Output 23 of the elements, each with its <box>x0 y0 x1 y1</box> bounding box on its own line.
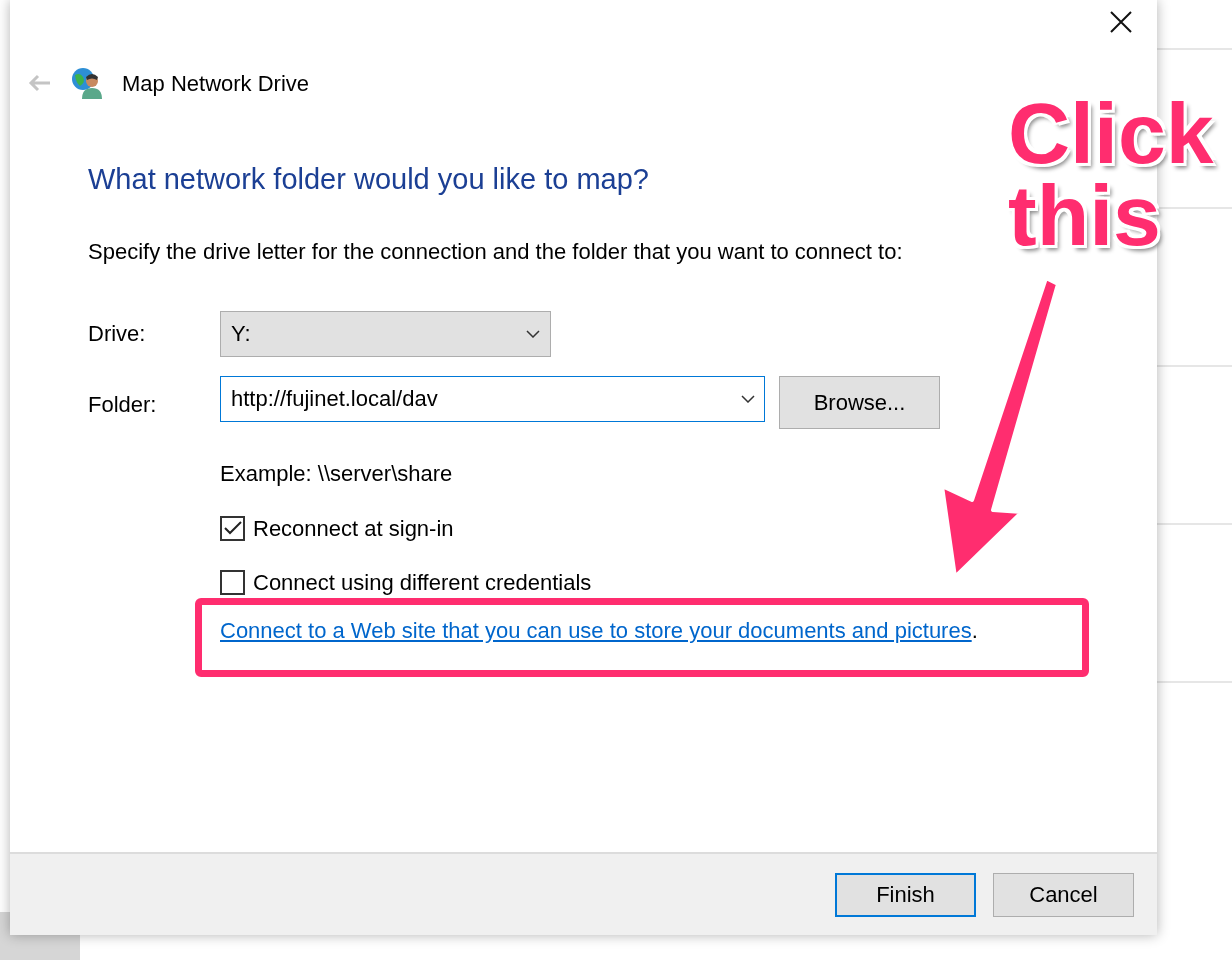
close-icon[interactable] <box>1109 10 1133 34</box>
checkbox[interactable] <box>220 569 245 595</box>
field-label: Drive: <box>88 320 147 349</box>
chevron-down-icon[interactable] <box>741 394 755 403</box>
callout-text: Click <box>1008 92 1214 174</box>
instruction-text: Specify the drive letter for the connection and the folder that you want to connect to: <box>88 237 904 266</box>
network-user-icon <box>70 66 104 100</box>
field-label: Folder: <box>88 390 158 419</box>
punctuation: . <box>971 617 978 643</box>
callout-text: this <box>1008 174 1161 256</box>
chevron-down-icon <box>526 329 540 338</box>
dialog-heading: What network folder would you like to map? <box>88 162 650 197</box>
browse-button[interactable]: Browse... <box>779 375 940 429</box>
finish-button[interactable]: Finish <box>835 872 976 917</box>
folder-field[interactable]: http://fujinet.local/dav <box>220 375 765 422</box>
cancel-button[interactable]: Cancel <box>993 872 1134 917</box>
web-site-link[interactable]: Connect to a Web site that you can use to store your documents and pictures <box>220 617 972 643</box>
example-text: Example: \\server\share <box>220 459 454 488</box>
drive-dropdown[interactable]: Y: <box>220 310 551 357</box>
checkbox[interactable] <box>220 515 245 541</box>
checkbox-label[interactable]: Connect using different credentials <box>253 565 592 599</box>
window-title: Map Network Drive <box>122 69 310 98</box>
checkbox-label[interactable]: Reconnect at sign-in <box>253 511 454 545</box>
